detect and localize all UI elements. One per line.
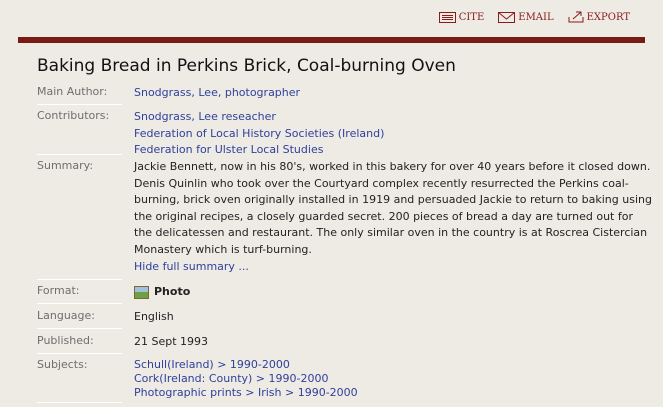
subject-link[interactable]: Cork(Ireland: County) > 1990-2000 bbox=[134, 372, 328, 385]
summary-text: Jackie Bennett, now in his 80's, worked … bbox=[134, 160, 652, 256]
record-toolbar: CITE EMAIL EXPORT bbox=[438, 11, 630, 23]
cite-label: CITE bbox=[458, 11, 485, 23]
export-button[interactable]: EXPORT bbox=[568, 11, 630, 23]
divider bbox=[37, 402, 122, 403]
contributor-link[interactable]: Federation for Ulster Local Studies bbox=[134, 143, 323, 156]
format-label: Format: bbox=[37, 284, 80, 297]
summary-label: Summary: bbox=[37, 159, 94, 172]
record-title: Baking Bread in Perkins Brick, Coal-burn… bbox=[37, 56, 456, 76]
photo-icon bbox=[134, 285, 149, 299]
contributor-link[interactable]: Snodgrass, Lee reseacher bbox=[134, 110, 276, 123]
export-label: EXPORT bbox=[586, 11, 630, 23]
subject-link[interactable]: Schull(Ireland) > 1990-2000 bbox=[134, 358, 290, 371]
contributors-label: Contributors: bbox=[37, 109, 110, 122]
header-rule bbox=[18, 37, 645, 43]
language-value: English bbox=[134, 310, 174, 323]
divider bbox=[37, 353, 122, 354]
divider bbox=[37, 154, 122, 155]
cite-button[interactable]: CITE bbox=[438, 11, 485, 23]
subject-link[interactable]: Photographic prints > Irish > 1990-2000 bbox=[134, 386, 358, 399]
divider bbox=[37, 279, 122, 280]
subjects-label: Subjects: bbox=[37, 358, 88, 371]
email-label: EMAIL bbox=[518, 11, 554, 23]
format-value: Photo bbox=[154, 285, 191, 298]
divider bbox=[37, 328, 122, 329]
email-icon bbox=[498, 11, 516, 23]
email-button[interactable]: EMAIL bbox=[498, 11, 554, 23]
contributor-link[interactable]: Federation of Local History Societies (I… bbox=[134, 127, 384, 140]
export-icon bbox=[568, 11, 584, 23]
published-value: 21 Sept 1993 bbox=[134, 335, 209, 348]
language-label: Language: bbox=[37, 309, 95, 322]
main-author-label: Main Author: bbox=[37, 85, 108, 98]
cite-icon bbox=[438, 11, 456, 23]
divider bbox=[37, 303, 122, 304]
divider bbox=[37, 104, 122, 105]
main-author-link[interactable]: Snodgrass, Lee, photographer bbox=[134, 86, 300, 99]
published-label: Published: bbox=[37, 334, 94, 347]
hide-summary-link[interactable]: Hide full summary ... bbox=[134, 260, 249, 273]
